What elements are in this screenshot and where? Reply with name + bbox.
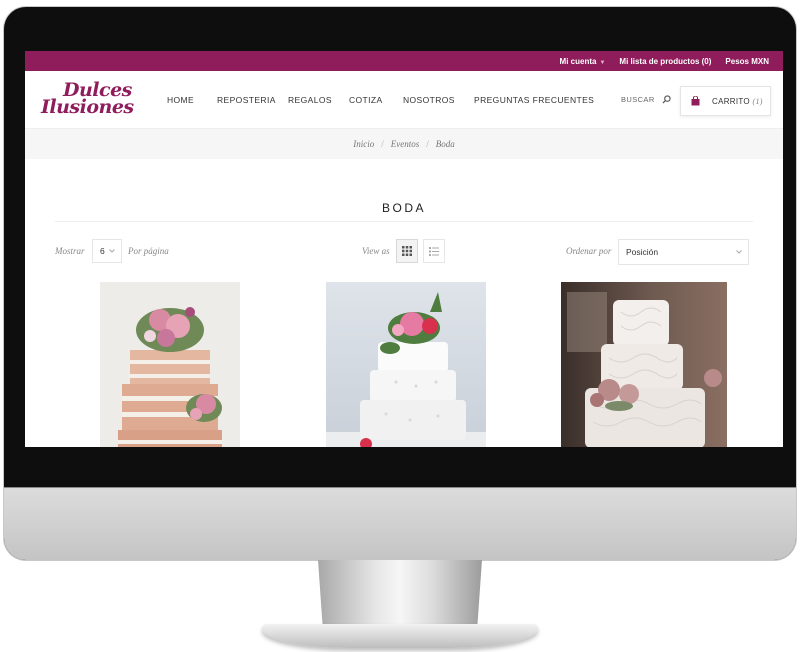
product-card[interactable] <box>100 282 240 447</box>
nav-item-home[interactable]: HOME <box>167 95 194 105</box>
cart-label: CARRITO <box>712 96 750 106</box>
cart-button[interactable]: CARRITO (1) <box>680 86 771 116</box>
per-page-select[interactable]: 6 <box>92 239 122 263</box>
chevron-down-icon <box>736 250 742 254</box>
top-bar: Mi cuenta ▼ Mi lista de productos (0) Pes… <box>25 51 783 71</box>
product-grid <box>25 282 783 447</box>
nav-item-reposteria[interactable]: REPOSTERIA <box>217 95 276 105</box>
wishlist-link[interactable]: Mi lista de productos (0) <box>619 57 711 66</box>
nav-item-preguntas-frecuentes[interactable]: PREGUNTAS FRECUENTES <box>474 95 594 105</box>
per-page-label: Por página <box>128 246 169 256</box>
grid-view-button[interactable] <box>396 239 418 263</box>
breadcrumb-separator: / <box>426 139 429 149</box>
sort-label: Ordenar por <box>566 246 612 256</box>
site-logo[interactable]: Dulces Ilusiones <box>41 79 134 123</box>
product-card[interactable] <box>561 282 727 447</box>
nav-item-nosotros[interactable]: NOSOTROS <box>403 95 455 105</box>
sort-select[interactable]: Posición <box>618 239 749 265</box>
breadcrumb-item-eventos[interactable]: Eventos <box>391 139 420 149</box>
monitor-stand-base <box>262 624 538 648</box>
browser-viewport: Mi cuenta ▼ Mi lista de productos (0) Pes… <box>25 51 783 447</box>
search-icon <box>662 95 671 104</box>
monitor-stand-neck <box>318 560 482 630</box>
site-header: Dulces Ilusiones HOME REPOSTERIA REGALOS… <box>25 71 783 129</box>
breadcrumb-item-inicio[interactable]: Inicio <box>353 139 374 149</box>
monitor-chin <box>4 487 796 560</box>
account-menu[interactable]: Mi cuenta ▼ <box>560 57 606 66</box>
divider <box>55 221 753 222</box>
product-image <box>326 282 486 447</box>
breadcrumb-separator: / <box>381 139 384 149</box>
product-card[interactable] <box>326 282 486 447</box>
page-title: BODA <box>381 201 426 215</box>
product-image <box>100 282 240 447</box>
cart-count: (1) <box>752 96 763 106</box>
currency-selector[interactable]: Pesos MXN <box>725 57 769 66</box>
breadcrumb: Inicio / Eventos / Boda <box>25 129 783 159</box>
product-image <box>561 282 727 447</box>
nav-item-regalos[interactable]: REGALOS <box>288 95 332 105</box>
shopping-bag-icon <box>691 96 700 106</box>
list-view-button[interactable] <box>423 239 445 263</box>
list-icon <box>429 246 439 256</box>
nav-item-cotiza[interactable]: COTIZA <box>349 95 383 105</box>
show-label: Mostrar <box>55 246 85 256</box>
search-toggle[interactable]: BUSCAR <box>621 95 671 104</box>
view-as-label: View as <box>362 246 390 256</box>
product-toolbar: Mostrar 6 Por página View as Ordenar por… <box>25 239 783 265</box>
chevron-down-icon: ▼ <box>599 59 606 66</box>
breadcrumb-item-current: Boda <box>435 139 455 149</box>
search-label: BUSCAR <box>621 95 655 104</box>
chevron-down-icon <box>109 249 115 253</box>
grid-icon <box>402 246 412 256</box>
